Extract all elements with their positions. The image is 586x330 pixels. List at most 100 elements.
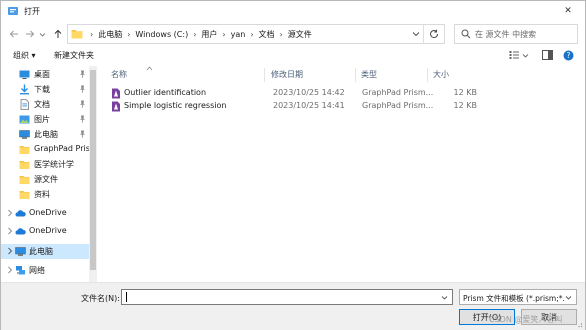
- file-size: 12 KB: [453, 88, 477, 97]
- search-icon: [461, 29, 471, 39]
- svg-text:?: ?: [567, 51, 571, 60]
- column-header-label: 名称: [111, 70, 127, 79]
- sidebar-item-documents[interactable]: 文档: [1, 97, 89, 112]
- column-header-label: 大小: [433, 70, 449, 79]
- view-list-icon: [509, 51, 519, 59]
- close-icon: ✕: [564, 6, 572, 16]
- pin-icon: [80, 100, 85, 108]
- sidebar-scrollbar-thumb[interactable]: [90, 70, 96, 270]
- command-bar: 组织 ▾ 新建文件夹 ?: [1, 47, 585, 65]
- chevron-down-icon[interactable]: [440, 293, 449, 302]
- sidebar-item-label: 此电脑: [29, 247, 53, 256]
- sidebar-item-this-pc-pinned[interactable]: 此电脑: [1, 127, 89, 142]
- sidebar-item-onedrive[interactable]: OneDrive: [1, 206, 89, 221]
- sidebar-item-label: 网络: [29, 266, 45, 275]
- pin-icon: [80, 130, 85, 138]
- arrow-left-icon: [9, 30, 18, 38]
- resize-grip-icon[interactable]: [575, 320, 583, 328]
- sort-ascending-icon: [146, 66, 153, 71]
- sidebar-item-label: 资料: [34, 190, 50, 199]
- sidebar-item-label: 此电脑: [34, 130, 58, 139]
- folder-icon: [19, 146, 30, 154]
- breadcrumb-item[interactable]: 用户: [198, 29, 220, 40]
- file-size: 12 KB: [453, 101, 477, 110]
- preview-pane-button[interactable]: [542, 50, 553, 60]
- breadcrumb-item[interactable]: yan: [228, 30, 249, 39]
- sidebar-item-graphpad-prism[interactable]: GraphPad Prism: [1, 142, 98, 157]
- forward-button[interactable]: [23, 27, 37, 41]
- search-box[interactable]: [454, 24, 578, 44]
- sidebar-item-medical-statistics[interactable]: 医学统计学: [1, 157, 89, 172]
- help-button[interactable]: ?: [563, 50, 574, 61]
- view-options-button[interactable]: [509, 50, 529, 60]
- search-input[interactable]: [475, 27, 575, 41]
- filetype-select[interactable]: Prism 文件和模板 (*.prism;*.p: [459, 289, 577, 305]
- breadcrumb-separator: ›: [250, 29, 254, 39]
- file-date: 2023/10/25 14:41: [273, 101, 345, 110]
- sidebar-item-label: 源文件: [34, 175, 58, 184]
- pin-icon: [80, 115, 85, 123]
- file-row[interactable]: Outlier identification 2023/10/25 14:42 …: [109, 87, 499, 100]
- back-button[interactable]: [7, 27, 21, 41]
- breadcrumb-separator: ›: [193, 29, 197, 39]
- column-header-name[interactable]: 名称: [111, 69, 127, 80]
- sidebar-item-label: 医学统计学: [34, 160, 74, 169]
- sidebar-item-desktop[interactable]: 桌面: [1, 67, 89, 82]
- file-type: GraphPad Prism...: [362, 101, 434, 110]
- close-button[interactable]: ✕: [555, 3, 581, 19]
- breadcrumb-item[interactable]: 此电脑: [95, 29, 125, 40]
- file-date: 2023/10/25 14:42: [273, 88, 345, 97]
- breadcrumb-separator: ›: [279, 29, 283, 39]
- filename-input[interactable]: [125, 291, 435, 303]
- chevron-right-icon: [8, 209, 13, 217]
- preview-pane-icon: [542, 50, 553, 60]
- column-header-label: 修改日期: [271, 70, 303, 79]
- sidebar-item-network[interactable]: 网络: [1, 263, 89, 278]
- sidebar-item-pictures[interactable]: 图片: [1, 112, 89, 127]
- sidebar-item-source-files[interactable]: 源文件: [1, 172, 89, 187]
- column-divider[interactable]: [264, 68, 265, 82]
- recent-locations-button[interactable]: [37, 27, 47, 41]
- chevron-down-icon[interactable]: [410, 28, 422, 40]
- picture-icon: [19, 115, 30, 124]
- chevron-right-icon: [8, 247, 13, 255]
- computer-icon: [15, 247, 26, 256]
- filename-combobox[interactable]: [121, 289, 453, 305]
- column-divider[interactable]: [427, 68, 428, 82]
- navigation-bar: › 此电脑 › Windows (C:) › 用户 › yan › 文档 › 源…: [1, 21, 585, 47]
- address-bar[interactable]: › 此电脑 › Windows (C:) › 用户 › yan › 文档 › 源…: [67, 24, 445, 44]
- new-folder-button[interactable]: 新建文件夹: [54, 50, 94, 61]
- window-title: 打开: [24, 7, 40, 16]
- network-icon: [16, 266, 25, 275]
- column-header-size[interactable]: 大小: [433, 69, 449, 80]
- breadcrumb-item[interactable]: Windows (C:): [132, 30, 191, 39]
- chevron-right-icon: [8, 266, 13, 274]
- sidebar-item-label: 图片: [34, 115, 50, 124]
- open-file-dialog: 打开 ✕ › 此电脑 › Windows (C:) › 用户 › yan › 文…: [0, 0, 586, 330]
- up-button[interactable]: [51, 27, 65, 41]
- file-type: GraphPad Prism...: [362, 88, 434, 97]
- pin-icon: [80, 70, 85, 78]
- sidebar-item-onedrive-2[interactable]: OneDrive: [1, 224, 89, 239]
- breadcrumb-item[interactable]: 文档: [256, 29, 278, 40]
- refresh-button[interactable]: [425, 26, 443, 42]
- file-row[interactable]: Simple logistic regression 2023/10/25 14…: [109, 100, 499, 113]
- arrow-right-icon: [26, 30, 35, 38]
- column-divider[interactable]: [355, 68, 356, 82]
- app-icon: [8, 7, 18, 15]
- column-header-date[interactable]: 修改日期: [271, 69, 303, 80]
- download-icon: [20, 84, 29, 95]
- breadcrumb-separator: ›: [222, 29, 226, 39]
- prism-file-icon: [112, 88, 120, 99]
- column-header-type[interactable]: 类型: [361, 69, 377, 80]
- sidebar-item-materials[interactable]: 资料: [1, 187, 89, 202]
- cloud-icon: [15, 228, 26, 235]
- sidebar-item-downloads[interactable]: 下载: [1, 82, 89, 97]
- organize-button[interactable]: 组织 ▾: [13, 50, 36, 61]
- breadcrumb: › 此电脑 › Windows (C:) › 用户 › yan › 文档 › 源…: [88, 25, 315, 43]
- pin-icon: [80, 85, 85, 93]
- breadcrumb-item[interactable]: 源文件: [285, 29, 315, 40]
- sidebar-item-label: OneDrive: [29, 208, 67, 217]
- sidebar-item-this-pc[interactable]: 此电脑: [1, 244, 89, 259]
- filetype-value: Prism 文件和模板 (*.prism;*.p: [463, 294, 565, 303]
